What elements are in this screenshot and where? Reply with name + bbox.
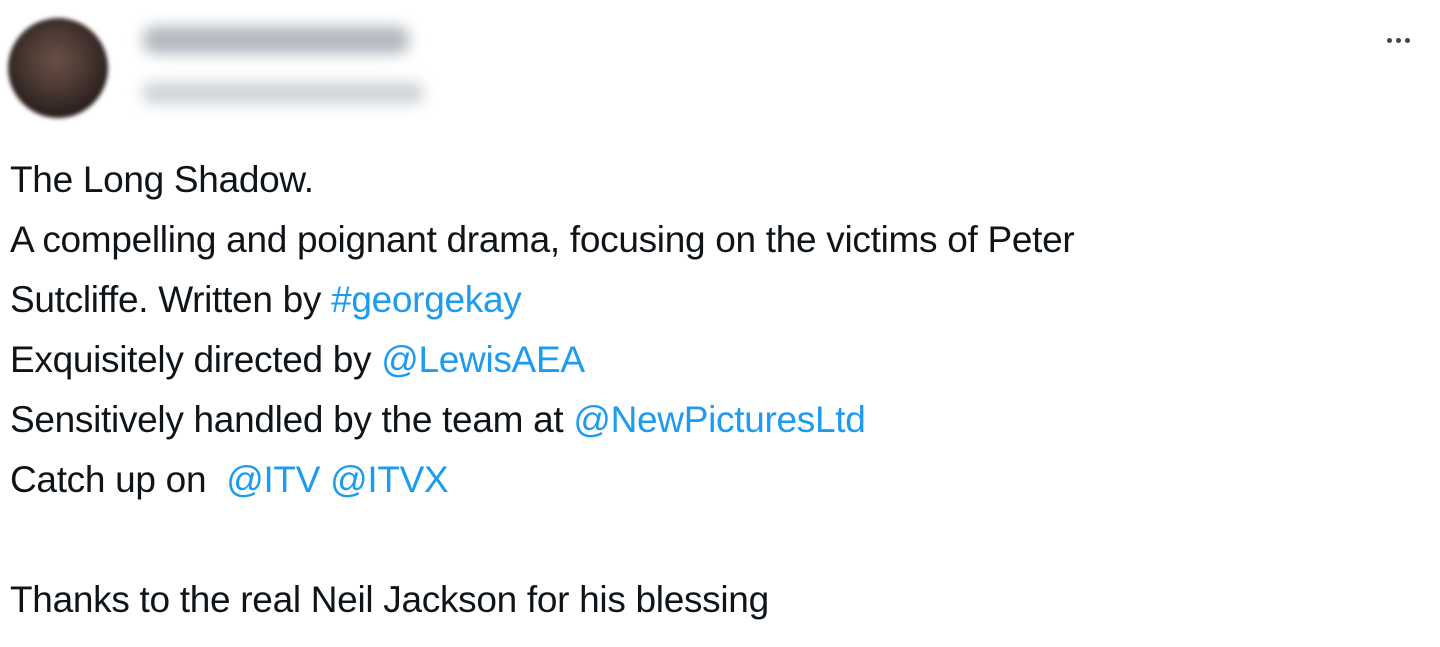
author-name-blurred[interactable] [142, 26, 410, 54]
hashtag-link[interactable]: #georgekay [331, 279, 522, 320]
avatar[interactable] [8, 18, 108, 118]
tweet-line-2: A compelling and poignant drama, focusin… [10, 219, 1075, 260]
more-icon [1385, 37, 1412, 43]
tweet-card: The Long Shadow. A compelling and poigna… [0, 0, 1440, 647]
tweet-line-5: Sensitively handled by the team at @NewP… [10, 399, 866, 440]
tweet-line-1: The Long Shadow. [10, 159, 314, 200]
tweet-line-8: Thanks to the real Neil Jackson for his … [10, 579, 769, 620]
tweet-line-6: Catch up on @ITV @ITVX [10, 459, 449, 500]
more-options-button[interactable] [1374, 20, 1422, 60]
tweet-line-4: Exquisitely directed by @LewisAEA [10, 339, 585, 380]
tweet-line-3: Sutcliffe. Written by #georgekay [10, 279, 522, 320]
mention-link-newpictures[interactable]: @NewPicturesLtd [573, 399, 865, 440]
mention-link-itvx[interactable]: @ITVX [330, 459, 449, 500]
mention-link-lewisaea[interactable]: @LewisAEA [381, 339, 585, 380]
tweet-text: The Long Shadow. A compelling and poigna… [10, 150, 1420, 630]
author-handle-blurred[interactable] [142, 82, 424, 104]
mention-link-itv[interactable]: @ITV [226, 459, 320, 500]
